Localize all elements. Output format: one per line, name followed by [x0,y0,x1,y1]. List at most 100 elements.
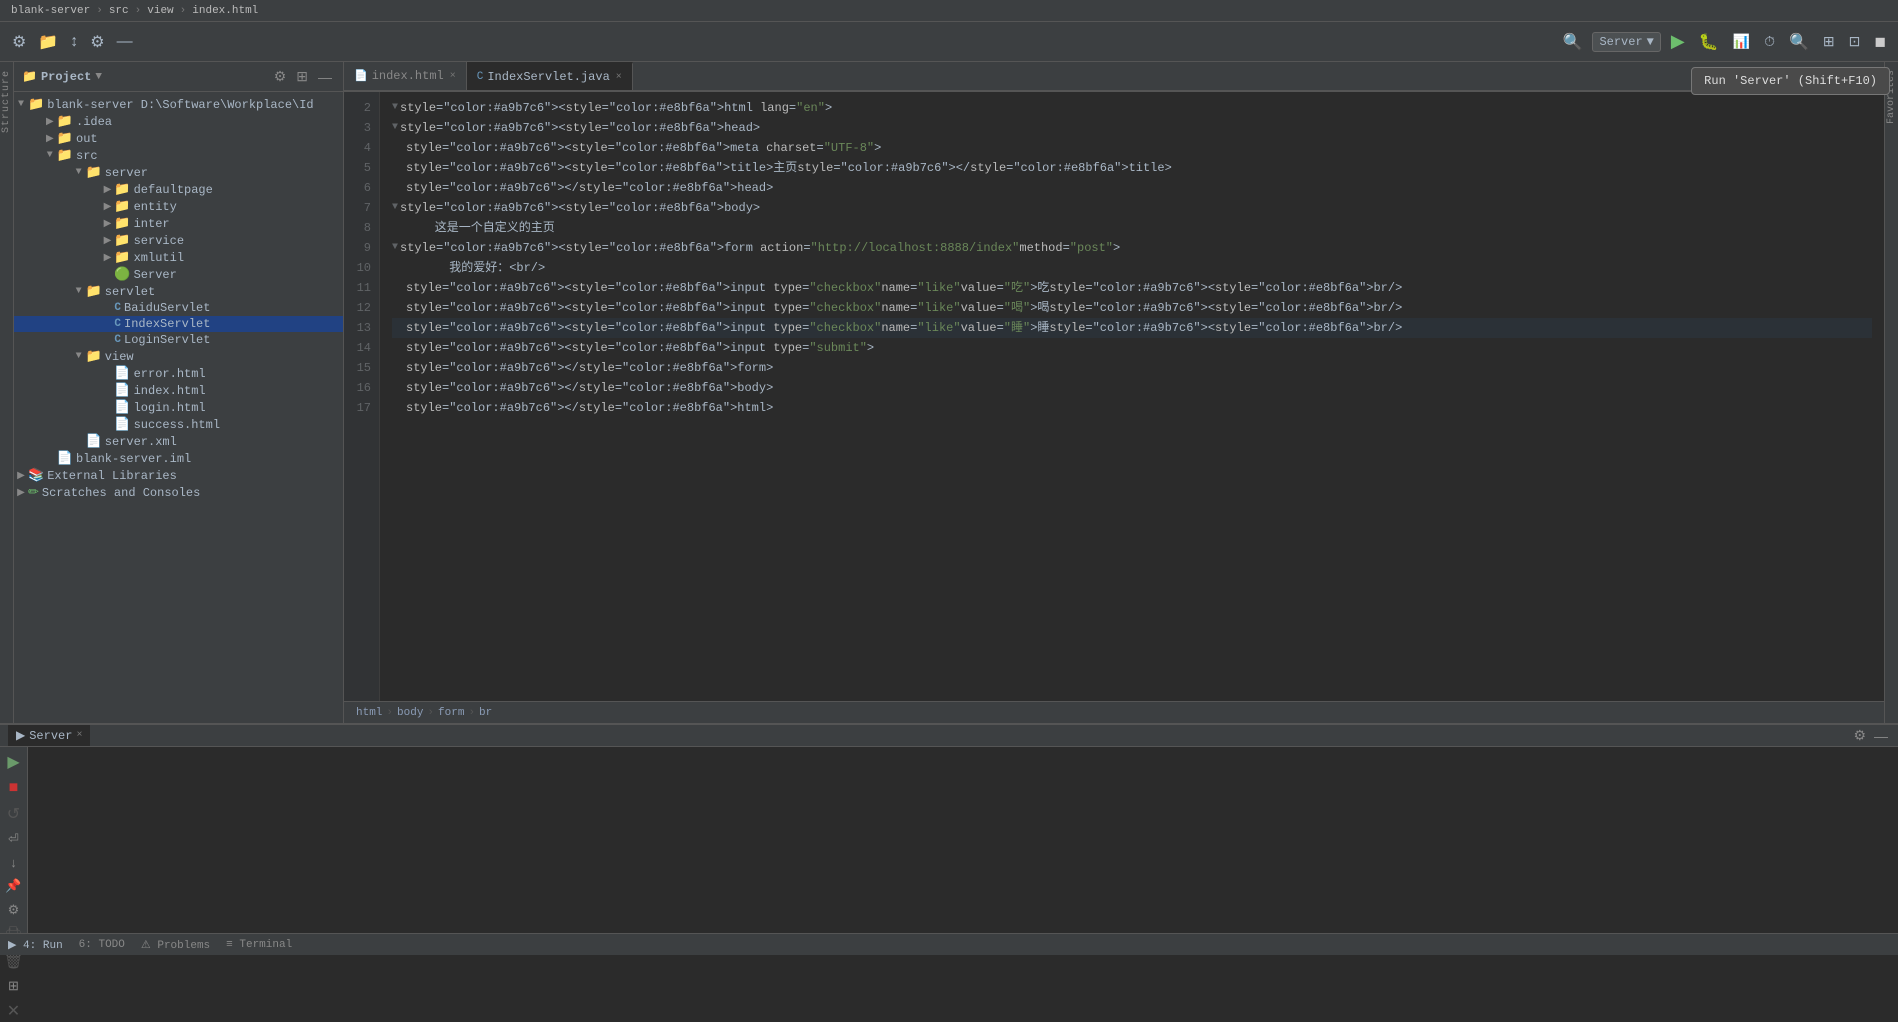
code-line-17: style="color:#a9b7c6"></style="color:#e8… [392,398,1872,418]
panel-expand-icon[interactable]: ⊞ [293,67,311,86]
breadcrumb-item-br[interactable]: br [479,707,492,719]
code-line-11: style="color:#a9b7c6"><style="color:#e8b… [392,278,1872,298]
run-pin-button[interactable]: 📌 [3,876,25,896]
run-close-button[interactable]: ✕ [3,1000,25,1022]
tree-item-defaultpage[interactable]: ▶📁defaultpage [14,181,343,198]
bottom-minimize-icon[interactable]: — [1872,725,1890,746]
tree-item-src[interactable]: ▼📁src [14,147,343,164]
toolbar-icon-1[interactable]: ⚙ [8,30,30,54]
toolbar-search2-icon[interactable]: 🔍 [1785,30,1813,54]
tree-item-Scratches and Consoles[interactable]: ▶✏Scratches and Consoles [14,484,343,501]
footer-tab---Terminal[interactable]: ≡ Terminal [226,939,292,951]
toolbar-icon-3[interactable]: ↕ [66,31,82,53]
tree-item-xmlutil[interactable]: ▶📁xmlutil [14,249,343,266]
tab-close-icon[interactable]: × [450,71,456,82]
fold-icon[interactable]: ▼ [392,238,398,258]
profile-button[interactable]: ⏱ [1760,31,1779,52]
panel-minimize-icon[interactable]: — [315,67,335,86]
tree-item-service[interactable]: ▶📁service [14,232,343,249]
tree-item-inter[interactable]: ▶📁inter [14,215,343,232]
title-project: blank-server [11,5,90,17]
tree-item-External Libraries[interactable]: ▶📚External Libraries [14,467,343,484]
tree-item-login.html[interactable]: 📄login.html [14,399,343,416]
tab-IndexServlet-java[interactable]: C IndexServlet.java × [467,62,633,90]
tree-item-success.html[interactable]: 📄success.html [14,416,343,433]
coverage-button[interactable]: 📊 [1729,31,1754,52]
fold-icon[interactable]: ▼ [392,198,398,218]
run-wrap-button[interactable]: ⏎ [3,829,25,849]
tree-item-server.xml[interactable]: 📄server.xml [14,433,343,450]
expand-arrow: ▶ [100,201,114,213]
toolbar-icon-2[interactable]: 📁 [34,30,62,54]
fold-icon[interactable]: ▼ [392,98,398,118]
html-file-icon: 📄 [114,366,130,381]
run-stop-button[interactable]: ■ [3,777,25,799]
expand-arrow [100,419,114,430]
run-scroll-button[interactable]: ↓ [3,853,25,872]
code-line-10: 我的爱好：<br/> [392,258,1872,278]
tree-item-index.html[interactable]: 📄index.html [14,382,343,399]
footer-tab----Run[interactable]: ▶ 4: Run [8,938,63,952]
tree-item-blank-server.iml[interactable]: 📄blank-server.iml [14,450,343,467]
run-tab[interactable]: ▶ Server × [8,725,90,746]
run-tooltip: Run 'Server' (Shift+F10) [1691,67,1890,95]
folder-icon: 📁 [86,349,102,364]
code-editor[interactable]: 234567891011121314151617 ▼style="color:#… [344,92,1884,701]
breadcrumb-item-html[interactable]: html [356,707,382,719]
tab-file-icon: C [477,71,484,83]
breadcrumb-item-body[interactable]: body [397,707,423,719]
folder-icon: 📁 [114,233,130,248]
toolbar-search-icon[interactable]: 🔍 [1559,30,1587,54]
toolbar-icon-right1[interactable]: ⊞ [1819,31,1839,52]
tree-item-out[interactable]: ▶📁out [14,130,343,147]
tree-item-entity[interactable]: ▶📁entity [14,198,343,215]
toolbar-right: 🔍 Server ▼ ▶ 🐛 📊 ⏱ 🔍 Run 'Server' (Shift… [1559,29,1890,54]
tree-item-IndexServlet[interactable]: CIndexServlet [14,316,343,332]
panel-title: 📁 Project ▼ [22,69,102,84]
structure-label[interactable]: Structure [1,62,12,141]
tree-item-BaiduServlet[interactable]: CBaiduServlet [14,300,343,316]
html-file-icon: 📄 [114,417,130,432]
debug-button[interactable]: 🐛 [1695,30,1723,54]
line-number-3: 3 [352,118,371,138]
run-tab-close[interactable]: × [76,730,82,741]
run-play-button[interactable]: ▶ [3,751,25,773]
fold-icon[interactable]: ▼ [392,118,398,138]
run-config-dropdown[interactable]: Server ▼ [1592,32,1660,52]
toolbar-icon-right3[interactable]: ◼ [1870,31,1890,52]
tree-item-servlet[interactable]: ▼📁servlet [14,283,343,300]
footer-tab----TODO[interactable]: 6: TODO [79,939,125,951]
bottom-gear-icon[interactable]: ⚙ [1851,725,1868,746]
line-number-15: 15 [352,358,371,378]
code-content[interactable]: ▼ style="color:#a9b7c6"><style="color:#e8… [380,92,1884,701]
tab-close-icon[interactable]: × [616,72,622,83]
tab-index-html[interactable]: 📄 index.html × [344,62,467,90]
panel-dropdown-icon[interactable]: ▼ [95,71,102,83]
run-layout-button[interactable]: ⊞ [3,976,25,996]
run-rerun-button[interactable]: ↺ [3,803,25,825]
panel-gear-icon[interactable]: ⚙ [271,67,290,86]
tree-item-label: IndexServlet [124,317,210,331]
tree-item-blank-server-root[interactable]: ▼📁blank-server D:\Software\Workplace\Id [14,96,343,113]
expand-arrow: ▶ [100,235,114,247]
toolbar-icon-right2[interactable]: ⊡ [1845,31,1865,52]
line-number-6: 6 [352,178,371,198]
expand-arrow: ▼ [72,286,86,297]
code-line-9: ▼ style="color:#a9b7c6"><style="color:#e… [392,238,1872,258]
toolbar-icon-4[interactable]: ⚙ [86,30,108,54]
tree-item-view-folder[interactable]: ▼📁view [14,348,343,365]
toolbar-icon-5[interactable]: — [113,31,137,53]
tree-item-LoginServlet[interactable]: CLoginServlet [14,332,343,348]
xml-file-icon: 📄 [86,434,102,449]
iml-file-icon: 📄 [57,451,73,466]
tree-item-server[interactable]: ▼📁server [14,164,343,181]
tree-item-Server[interactable]: 🟢Server [14,266,343,283]
dropdown-arrow-icon: ▼ [1647,35,1654,49]
breadcrumb-item-form[interactable]: form [438,707,464,719]
tree-item-error.html[interactable]: 📄error.html [14,365,343,382]
run-button[interactable]: ▶ [1667,29,1689,54]
run-settings-button[interactable]: ⚙ [3,900,25,920]
footer-tab---Problems[interactable]: ⚠ Problems [141,938,210,952]
expand-arrow [100,368,114,379]
tree-item-idea[interactable]: ▶📁.idea [14,113,343,130]
